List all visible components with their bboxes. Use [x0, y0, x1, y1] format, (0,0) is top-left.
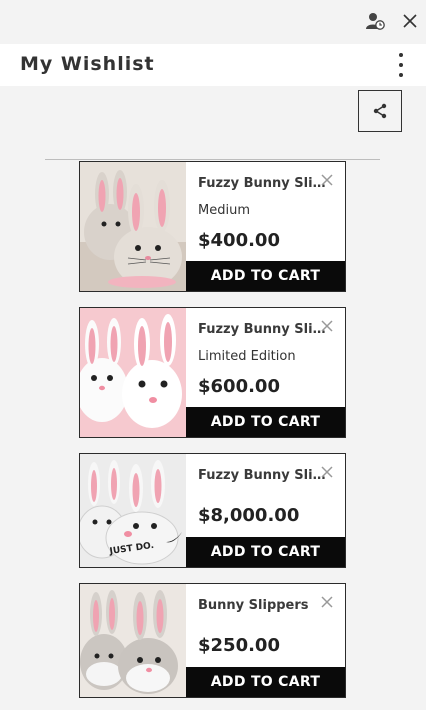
add-to-cart-button[interactable]: ADD TO CART — [186, 407, 345, 437]
product-price: $8,000.00 — [198, 505, 300, 526]
page-title: My Wishlist — [20, 53, 155, 75]
share-icon — [373, 103, 387, 119]
product-name[interactable]: Bunny Slippers — [198, 598, 332, 613]
close-icon[interactable] — [399, 10, 421, 32]
profile-clock-icon[interactable] — [364, 10, 386, 32]
add-to-cart-button[interactable]: ADD TO CART — [186, 261, 345, 291]
share-button[interactable] — [358, 90, 402, 132]
add-to-cart-button[interactable]: ADD TO CART — [186, 537, 345, 567]
product-price: $250.00 — [198, 635, 280, 656]
wishlist-item: JUST DO. Fuzzy Bunny Slippers $8,000.00 … — [79, 453, 346, 568]
product-name[interactable]: Fuzzy Bunny Slippers — [198, 322, 332, 337]
wishlist-item: Fuzzy Bunny Slippers Limited Edition $60… — [79, 307, 346, 438]
wishlist-item: Fuzzy Bunny Slippers Medium $400.00 ADD … — [79, 161, 346, 292]
remove-icon[interactable] — [319, 594, 335, 610]
remove-icon[interactable] — [319, 318, 335, 334]
product-name[interactable]: Fuzzy Bunny Slippers — [198, 176, 332, 191]
remove-icon[interactable] — [319, 172, 335, 188]
divider — [45, 159, 380, 160]
wishlist-item: Bunny Slippers $250.00 ADD TO CART — [79, 583, 346, 698]
product-price: $600.00 — [198, 376, 280, 397]
remove-icon[interactable] — [319, 464, 335, 480]
wishlist-header: My Wishlist — [0, 44, 426, 86]
window-top-bar — [0, 0, 426, 44]
product-image[interactable] — [80, 162, 186, 291]
product-image[interactable] — [80, 584, 186, 697]
product-variant: Limited Edition — [198, 349, 296, 364]
product-image[interactable]: JUST DO. — [80, 454, 186, 567]
product-variant: Medium — [198, 203, 250, 218]
product-price: $400.00 — [198, 230, 280, 251]
more-vertical-icon[interactable] — [392, 53, 410, 77]
add-to-cart-button[interactable]: ADD TO CART — [186, 667, 345, 697]
product-image[interactable] — [80, 308, 186, 437]
product-name[interactable]: Fuzzy Bunny Slippers — [198, 468, 332, 483]
